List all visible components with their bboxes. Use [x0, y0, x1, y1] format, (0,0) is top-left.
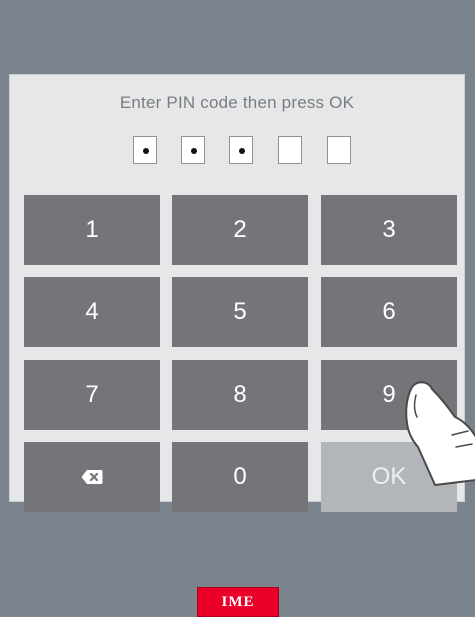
pin-digit-dot: [239, 148, 245, 154]
key-7[interactable]: 7: [24, 360, 160, 430]
backspace-button[interactable]: [24, 442, 160, 512]
pin-prompt: Enter PIN code then press OK: [119, 93, 355, 112]
key-8[interactable]: 8: [172, 360, 308, 430]
ime-logo: IME: [197, 587, 279, 617]
key-1[interactable]: 1: [24, 195, 160, 265]
pin-digit-box-3: [229, 136, 253, 164]
pin-entry-panel: Enter PIN code then press OK 1 2 3 4 5 6…: [9, 74, 465, 512]
pin-digit-box-2: [181, 136, 205, 164]
key-5[interactable]: 5: [172, 277, 308, 347]
key-4[interactable]: 4: [24, 277, 160, 347]
key-3[interactable]: 3: [321, 195, 457, 265]
backspace-icon: [81, 470, 103, 484]
pin-digit-dot: [143, 148, 149, 154]
pin-digit-box-5: [327, 136, 351, 164]
key-6[interactable]: 6: [321, 277, 457, 347]
pointer-hand-icon: [405, 381, 475, 486]
pin-digit-box-4: [278, 136, 302, 164]
key-2[interactable]: 2: [172, 195, 308, 265]
pin-digit-box-1: [133, 136, 157, 164]
pin-digit-dot: [191, 148, 197, 154]
key-0[interactable]: 0: [172, 442, 308, 512]
